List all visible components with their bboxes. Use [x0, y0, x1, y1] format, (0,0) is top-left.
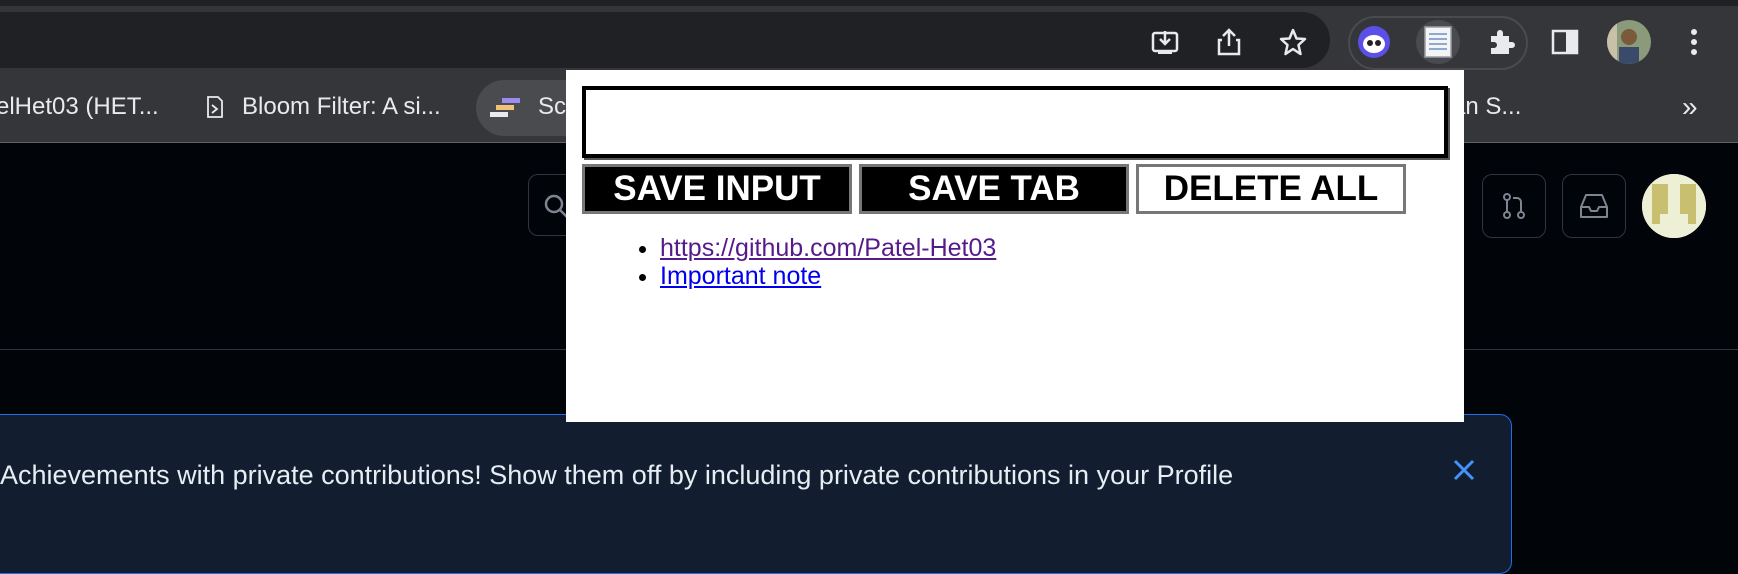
achievements-banner [0, 414, 1512, 574]
save-input-button[interactable]: SAVE INPUT [582, 164, 852, 214]
lead-link[interactable]: Important note [660, 262, 821, 290]
pull-requests-button[interactable] [1482, 174, 1546, 238]
delete-all-button[interactable]: DELETE ALL [1136, 164, 1406, 214]
lead-link[interactable]: https://github.com/Patel-Het03 [660, 234, 996, 262]
bookmark-item[interactable]: Sc [488, 72, 566, 142]
lead-input[interactable] [582, 86, 1448, 158]
extension-popup: SAVE INPUT SAVE TAB DELETE ALL https://g… [566, 70, 1464, 422]
star-icon[interactable] [1271, 20, 1315, 64]
bookmark-item[interactable]: Bloom Filter: A si... [204, 72, 441, 142]
close-icon[interactable] [1450, 456, 1478, 484]
bookmark-item[interactable]: elHet03 (HET... [0, 72, 159, 142]
bookmark-favicon-icon [204, 95, 224, 119]
user-avatar[interactable] [1642, 174, 1706, 238]
bookmarks-overflow-button[interactable]: » [1682, 72, 1698, 142]
menu-icon[interactable] [1672, 20, 1716, 64]
inbox-button[interactable] [1562, 174, 1626, 238]
bookmark-favicon-icon [488, 96, 522, 118]
list-item: https://github.com/Patel-Het03 [660, 234, 996, 262]
address-bar[interactable] [0, 12, 1330, 68]
install-icon[interactable] [1143, 20, 1187, 64]
extension-blue-icon[interactable] [1352, 20, 1396, 64]
browser-toolbar [0, 0, 1738, 72]
list-item: Important note [660, 262, 996, 290]
pull-request-icon [1503, 193, 1525, 219]
notepad-icon[interactable] [1416, 20, 1460, 64]
sidepanel-icon[interactable] [1543, 20, 1587, 64]
puzzle-icon[interactable] [1479, 20, 1523, 64]
profile-avatar[interactable] [1607, 20, 1651, 64]
leads-list: https://github.com/Patel-Het03 Important… [612, 234, 996, 290]
banner-message: Achievements with private contributions!… [0, 460, 1234, 490]
share-icon[interactable] [1207, 20, 1251, 64]
save-tab-button[interactable]: SAVE TAB [859, 164, 1129, 214]
inbox-icon [1580, 194, 1608, 218]
